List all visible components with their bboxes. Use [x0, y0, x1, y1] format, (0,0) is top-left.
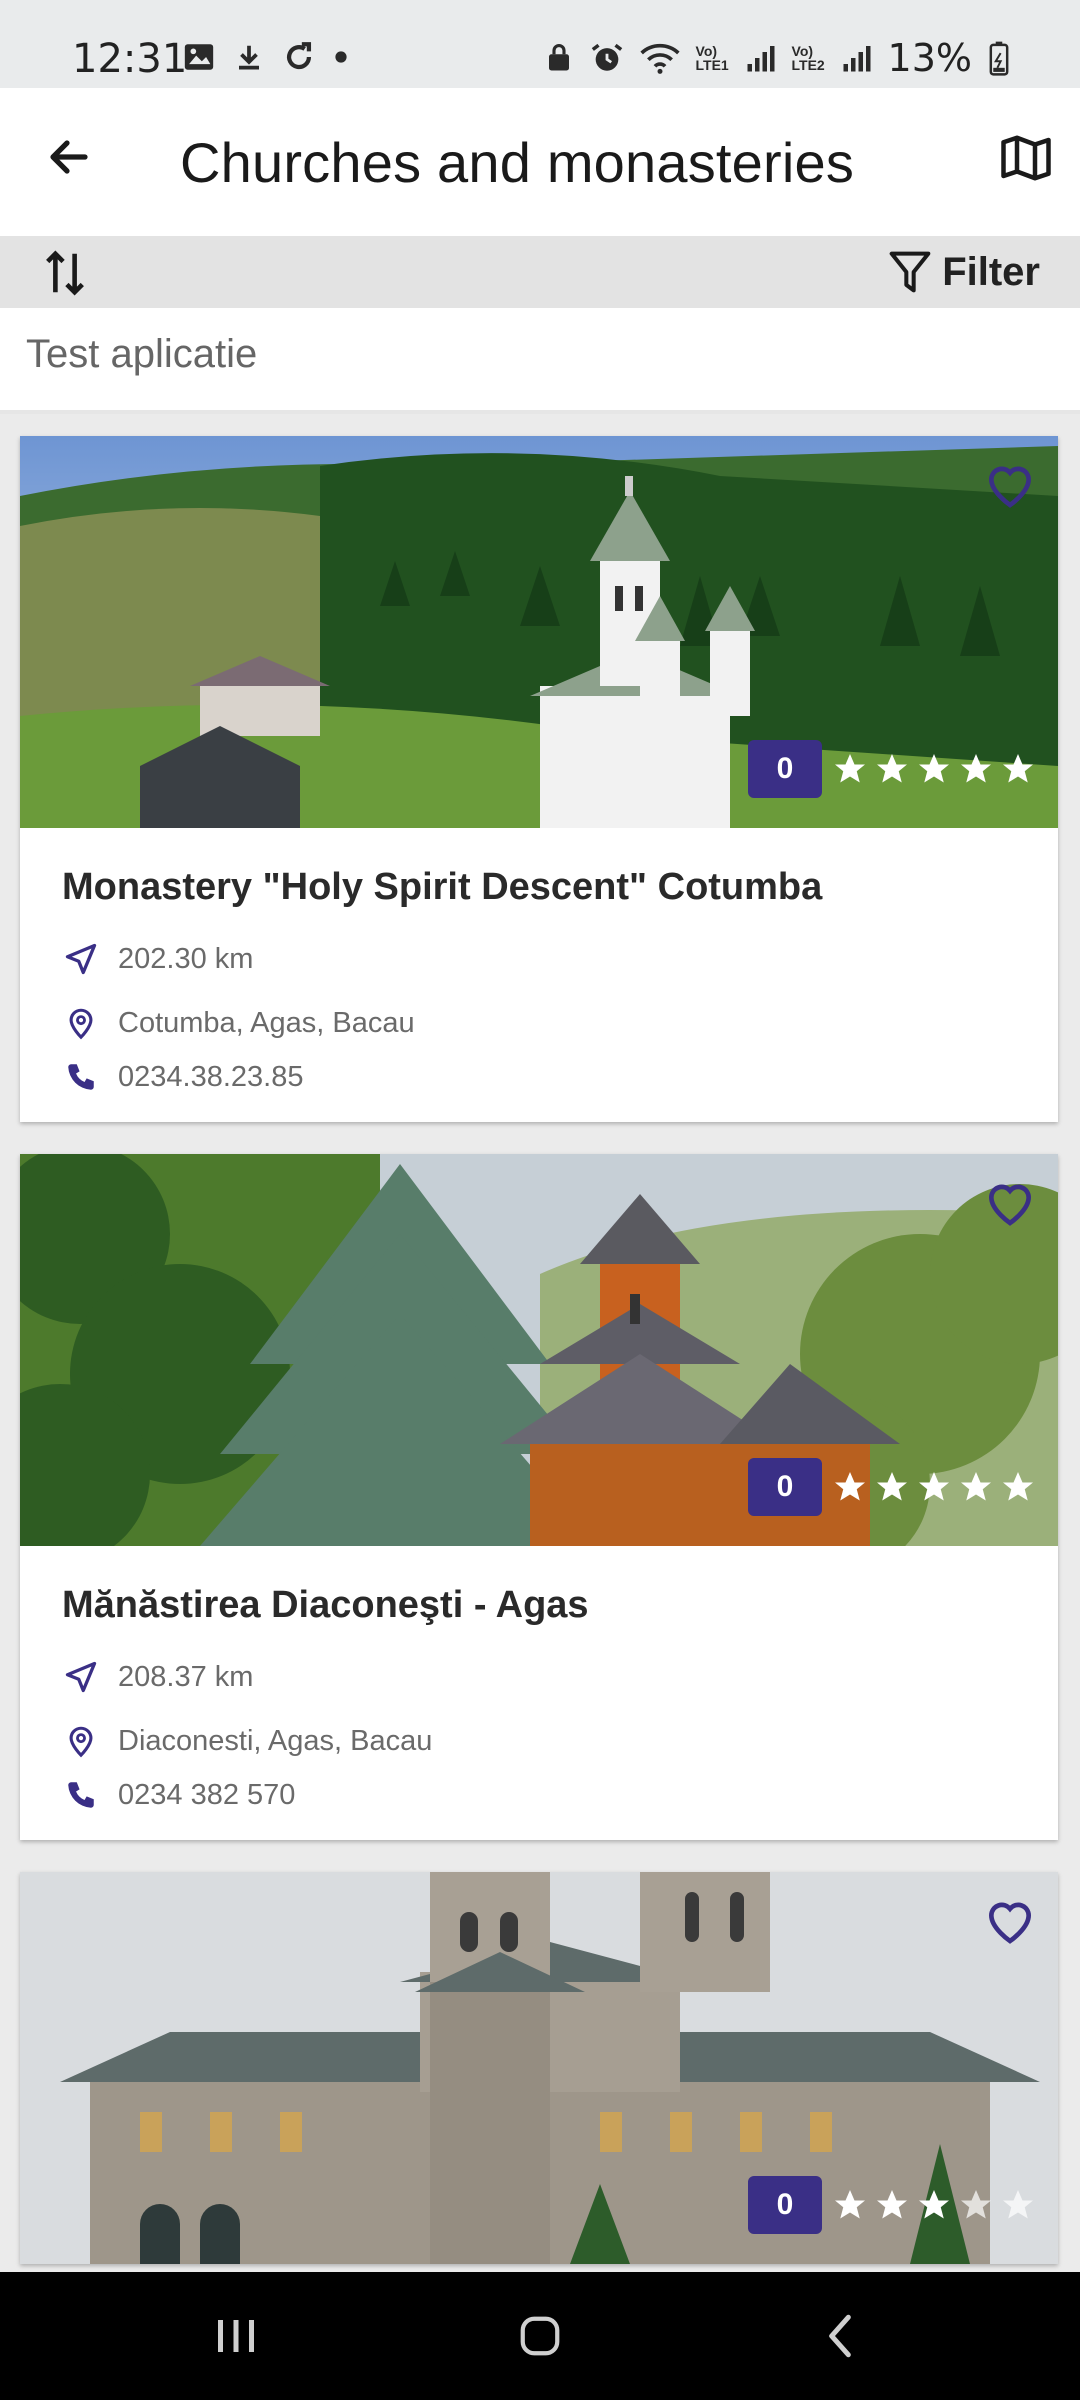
status-system-icons: Vo) LTE1 Vo) LTE2 13%	[544, 36, 1010, 80]
star-icon	[1003, 754, 1033, 783]
signal-icon	[747, 46, 775, 72]
battery-percent: 13%	[887, 36, 972, 80]
place-card[interactable]: 0	[20, 1872, 1058, 2264]
wifi-icon	[639, 43, 680, 74]
home-button[interactable]	[500, 2302, 580, 2370]
home-icon	[520, 2316, 560, 2356]
navigation-arrow-icon	[65, 943, 97, 975]
place-phone: 0234 382 570	[118, 1778, 296, 1811]
place-photo: 0	[20, 1154, 1058, 1546]
phone-icon	[68, 1064, 94, 1090]
status-time: 12:31	[72, 36, 188, 82]
place-distance: 202.30 km	[118, 942, 254, 975]
star-icon	[919, 1472, 949, 1501]
sort-arrows-icon	[46, 250, 84, 296]
back-button[interactable]	[38, 126, 100, 188]
star-icon	[877, 1472, 907, 1501]
place-details: Mănăstirea Diaconeşti - Agas 208.37 km D…	[20, 1546, 1058, 1840]
arrow-left-icon	[50, 140, 88, 174]
star-icon	[877, 2190, 907, 2219]
network2-label: Vo) LTE2	[791, 43, 825, 73]
star-icon	[961, 754, 991, 783]
favorite-button[interactable]	[978, 452, 1042, 516]
map-icon	[1001, 135, 1051, 181]
gallery-icon	[184, 44, 214, 70]
filter-label: Filter	[942, 249, 1040, 294]
rating: 0	[748, 1458, 1036, 1516]
screen: 12:31 Vo) LTE1 Vo) LTE2 13% Churches and…	[0, 0, 1080, 2400]
download-icon	[239, 45, 259, 70]
battery-icon	[989, 41, 1009, 76]
star-icon	[835, 2190, 865, 2219]
star-icon	[835, 1472, 865, 1501]
favorite-button[interactable]	[978, 1888, 1042, 1952]
distance-row: 202.30 km	[62, 940, 253, 978]
sync-icon	[287, 42, 312, 70]
place-photo: 0	[20, 436, 1058, 828]
rating-count-badge: 0	[748, 740, 822, 798]
phone-icon	[68, 1782, 94, 1808]
heart-outline-icon	[988, 466, 1032, 508]
favorite-button[interactable]	[978, 1170, 1042, 1234]
chevron-left-icon	[829, 2314, 851, 2358]
address-row: Cotumba, Agas, Bacau	[62, 1004, 415, 1042]
place-card[interactable]: 0 Mănăstirea Diaconeşti - Agas 208.37 km…	[20, 1154, 1058, 1840]
star-icon	[919, 754, 949, 783]
app-bar: Churches and monasteries	[0, 88, 1080, 236]
recent-apps-icon	[218, 2320, 254, 2352]
heart-outline-icon	[988, 1184, 1032, 1226]
address-row: Diaconesti, Agas, Bacau	[62, 1722, 432, 1760]
location-pin-icon	[69, 1008, 93, 1040]
filter-button[interactable]: Filter	[888, 244, 1040, 300]
lock-icon	[548, 44, 569, 71]
place-distance: 208.37 km	[118, 1660, 254, 1693]
location-pin-icon	[69, 1726, 93, 1758]
place-address: Diaconesti, Agas, Bacau	[118, 1724, 433, 1757]
star-icon	[919, 2190, 949, 2219]
place-photo: 0	[20, 1872, 1058, 2264]
place-title: Monastery "Holy Spirit Descent" Cotumba	[62, 866, 823, 908]
rating: 0	[748, 2176, 1036, 2234]
signal-icon	[843, 46, 871, 72]
rating-count-badge: 0	[748, 1458, 822, 1516]
recent-apps-button[interactable]	[196, 2302, 276, 2370]
sort-filter-toolbar: Filter	[0, 236, 1080, 308]
filter-icon	[889, 251, 931, 293]
place-address: Cotumba, Agas, Bacau	[118, 1006, 415, 1039]
places-list[interactable]: 0 Monastery "Holy Spirit Descent" Cotumb…	[0, 414, 1080, 2272]
rating-count-badge: 0	[748, 2176, 822, 2234]
star-icon	[961, 2190, 991, 2219]
star-icon	[1003, 1472, 1033, 1501]
network1-label: Vo) LTE1	[695, 43, 729, 73]
page-title: Churches and monasteries	[180, 131, 855, 194]
star-icon	[961, 1472, 991, 1501]
heart-outline-icon	[988, 1902, 1032, 1944]
star-icon	[1003, 2190, 1033, 2219]
star-icon	[835, 754, 865, 783]
distance-row: 208.37 km	[62, 1658, 253, 1696]
alarm-icon	[591, 43, 622, 71]
status-bar: 12:31 Vo) LTE1 Vo) LTE2 13%	[0, 0, 1080, 88]
map-view-button[interactable]	[994, 126, 1058, 190]
sort-button[interactable]	[40, 246, 90, 300]
place-title: Mănăstirea Diaconeşti - Agas	[62, 1584, 589, 1626]
status-notification-icons	[182, 40, 348, 74]
navigation-arrow-icon	[65, 1661, 97, 1693]
phone-row[interactable]: 0234.38.23.85	[62, 1058, 303, 1096]
place-details: Monastery "Holy Spirit Descent" Cotumba …	[20, 828, 1058, 1122]
category-filter-label[interactable]: Test aplicatie	[26, 332, 257, 377]
place-phone: 0234.38.23.85	[118, 1060, 304, 1093]
system-nav-bar	[0, 2272, 1080, 2400]
star-icon	[877, 754, 907, 783]
phone-row[interactable]: 0234 382 570	[62, 1776, 295, 1814]
rating: 0	[748, 740, 1036, 798]
system-back-button[interactable]	[800, 2302, 880, 2370]
place-card[interactable]: 0 Monastery "Holy Spirit Descent" Cotumb…	[20, 436, 1058, 1122]
dot-icon	[335, 51, 347, 63]
